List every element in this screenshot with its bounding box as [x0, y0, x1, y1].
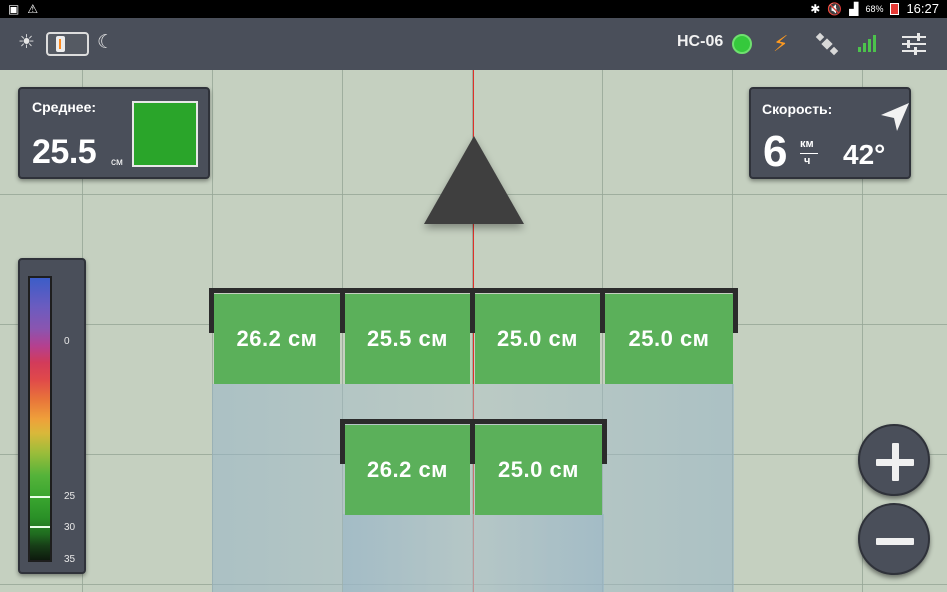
minus-icon: [876, 538, 914, 545]
power-icon[interactable]: ⚡: [773, 31, 788, 57]
legend-label-35: 35: [64, 554, 76, 565]
satellite-icon[interactable]: [815, 32, 839, 56]
device-name: НС-06: [677, 33, 724, 50]
average-unit: см: [111, 157, 123, 168]
average-color-swatch: [132, 101, 198, 167]
front-section-1[interactable]: 26.2 см: [214, 294, 340, 384]
bluetooth-icon: ✱: [810, 1, 821, 16]
average-label: Среднее:: [32, 99, 97, 115]
speed-unit-h: ч: [804, 155, 811, 167]
direction-arrow-icon: [424, 136, 524, 224]
mute-icon: 🔇: [827, 1, 843, 16]
speed-label: Скорость:: [762, 101, 833, 117]
legend-label-0: 0: [64, 336, 70, 347]
rear-section-1[interactable]: 26.2 см: [345, 425, 470, 515]
speed-value: 6: [763, 127, 788, 176]
average-value: 25.5: [32, 133, 97, 171]
status-bar: ▣ ⚠ ✱ 🔇 ▟ 68% 16:27: [0, 0, 947, 18]
rear-boom-tick: [602, 419, 607, 464]
toggle-knob: [56, 36, 65, 52]
front-boom-tick: [733, 288, 738, 333]
speed-panel: Скорость: 6 км ч 42°: [749, 87, 911, 179]
navigation-arrow-icon: [881, 103, 909, 131]
battery-percent: 68%: [865, 3, 884, 14]
cell-signal-icon: ▟: [849, 1, 859, 16]
image-notification-icon: ▣: [8, 2, 20, 16]
moon-icon: ☾: [97, 32, 115, 53]
zoom-in-button[interactable]: [858, 424, 930, 496]
legend-label-30: 30: [64, 522, 76, 533]
heading-value: 42°: [843, 139, 886, 170]
rear-section-2[interactable]: 25.0 см: [475, 425, 602, 515]
speed-unit-km: км: [800, 138, 814, 150]
sun-icon: ☀: [18, 32, 36, 53]
average-height-panel: Среднее: 25.5 см: [18, 87, 210, 179]
front-section-2[interactable]: 25.5 см: [345, 294, 470, 384]
legend-label-25: 25: [64, 491, 76, 502]
day-night-toggle[interactable]: [46, 32, 89, 56]
battery-icon: [890, 2, 900, 15]
warning-icon: ⚠: [27, 2, 39, 16]
front-section-3[interactable]: 25.0 см: [475, 294, 600, 384]
speed-unit-divider: [800, 153, 818, 154]
top-toolbar: ☀ ☾ НС-06 ⚡: [0, 18, 947, 70]
legend-marker-25: [30, 496, 50, 498]
height-color-scale: [28, 276, 52, 562]
legend-marker-30: [30, 526, 50, 528]
coverage-trail-rear: [343, 514, 604, 592]
front-section-4[interactable]: 25.0 см: [605, 294, 733, 384]
signal-strength-icon: [858, 35, 876, 52]
connection-status-icon: [732, 34, 752, 54]
zoom-out-button[interactable]: [858, 503, 930, 575]
settings-sliders-icon[interactable]: [902, 33, 926, 55]
height-legend-panel: 0 25 30 35: [18, 258, 86, 574]
clock: 16:27: [906, 1, 939, 16]
